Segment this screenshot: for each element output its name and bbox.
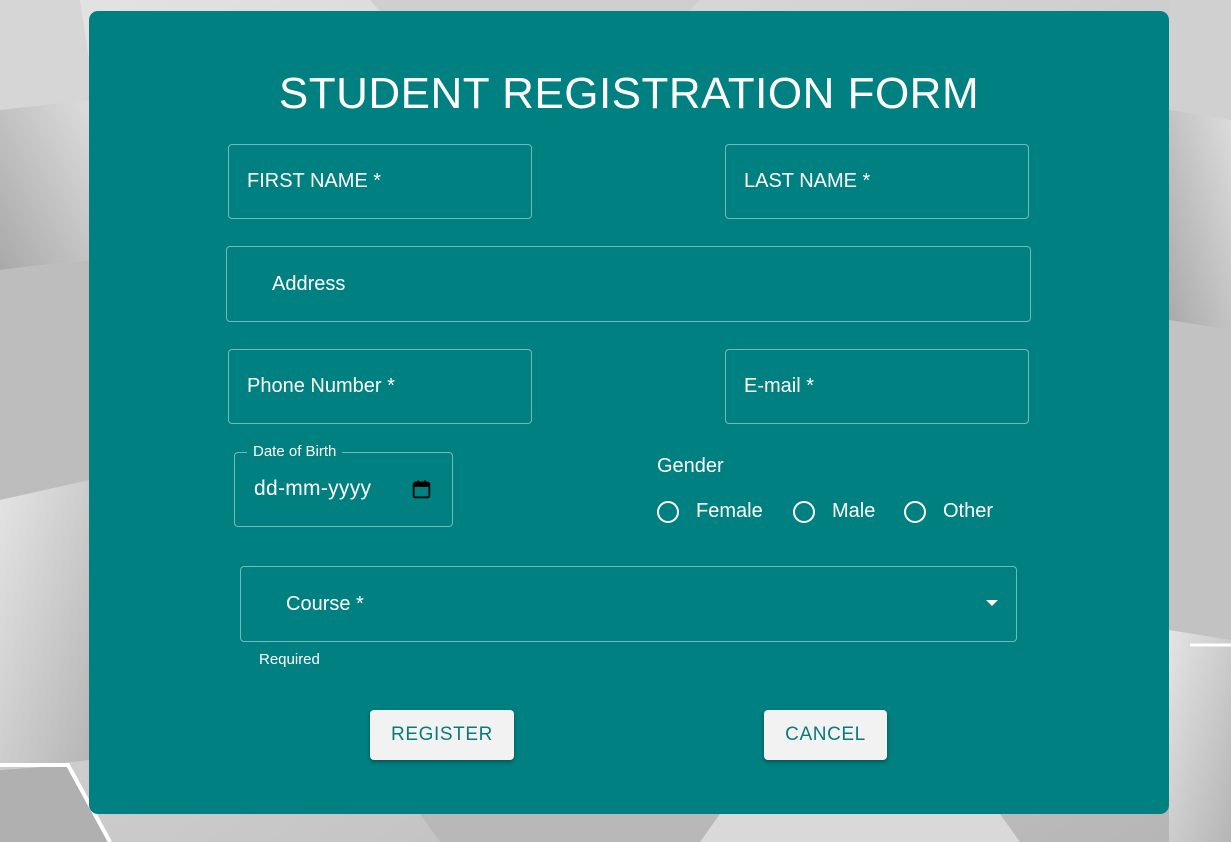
radio-circle-icon[interactable] [793, 500, 815, 523]
gender-option-other-label: Other [943, 500, 994, 522]
address-label: Address [272, 273, 346, 295]
gender-label: Gender [657, 455, 724, 477]
radio-circle-icon[interactable] [904, 500, 926, 523]
first-name-field[interactable]: FIRST NAME * [228, 144, 532, 219]
date-of-birth-value: dd-mm-yyyy [254, 477, 372, 500]
cancel-button[interactable]: CANCEL [764, 710, 887, 760]
course-select[interactable]: Course * [240, 566, 1017, 642]
email-field[interactable]: E-mail * [725, 349, 1029, 424]
email-label: E-mail * [744, 375, 815, 397]
gender-radio-male[interactable]: Male [793, 498, 875, 525]
phone-number-field[interactable]: Phone Number * [228, 349, 532, 424]
radio-circle-icon[interactable] [657, 500, 679, 523]
first-name-label: FIRST NAME * [247, 170, 382, 192]
last-name-field[interactable]: LAST NAME * [725, 144, 1029, 219]
course-label: Course * [286, 593, 364, 615]
registration-form-card: STUDENT REGISTRATION FORM FIRST NAME * L… [89, 11, 1169, 814]
caret-down-icon[interactable] [986, 600, 998, 606]
date-of-birth-field[interactable]: Date of Birth dd-mm-yyyy [234, 443, 453, 527]
gender-radio-other[interactable]: Other [904, 498, 993, 525]
register-button[interactable]: REGISTER [370, 710, 514, 760]
date-of-birth-label: Date of Birth [247, 443, 343, 461]
calendar-icon[interactable] [411, 479, 432, 500]
gender-option-male-label: Male [832, 500, 876, 522]
phone-number-label: Phone Number * [247, 375, 395, 397]
address-field[interactable]: Address [226, 246, 1031, 322]
form-title: STUDENT REGISTRATION FORM [278, 69, 980, 118]
course-helper-text: Required [259, 651, 320, 668]
gender-option-female-label: Female [696, 500, 763, 522]
gender-radio-female[interactable]: Female [657, 498, 763, 525]
last-name-label: LAST NAME * [744, 170, 871, 192]
